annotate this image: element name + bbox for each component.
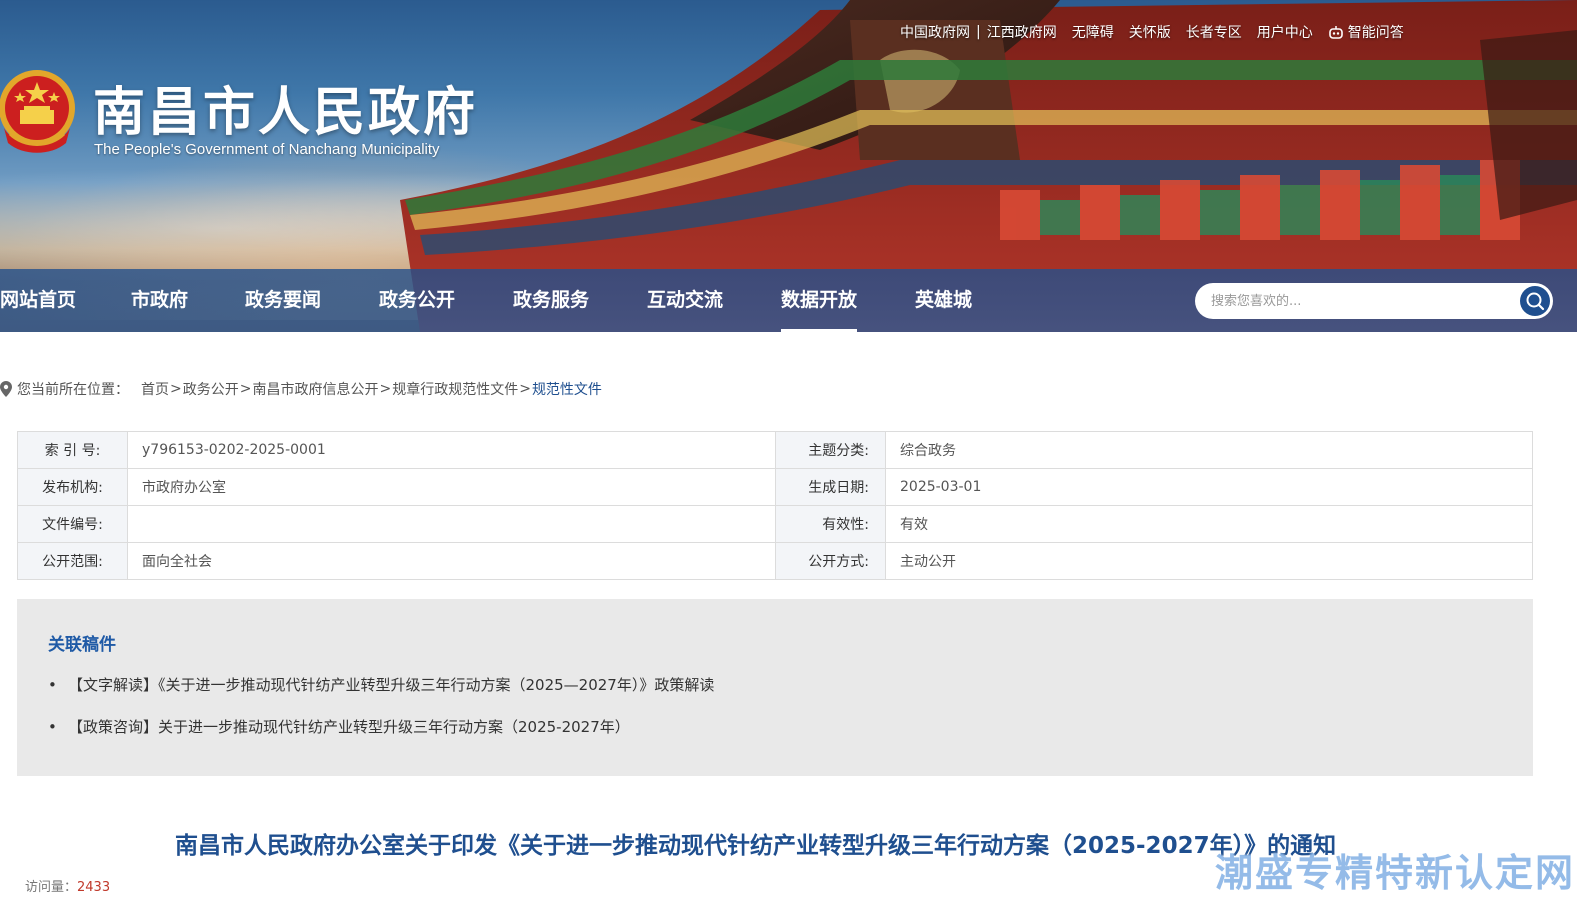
document-meta-table: 索 引 号: y796153-0202-2025-0001 主题分类: 综合政务… xyxy=(17,431,1533,580)
nav-government-services[interactable]: 政务服务 xyxy=(513,269,589,332)
meta-value-validity: 有效 xyxy=(885,505,1533,543)
meta-key-date: 生成日期: xyxy=(775,468,886,506)
meta-key-disclosure-method: 公开方式: xyxy=(775,542,886,580)
visit-count-value: 2433 xyxy=(77,880,111,895)
visit-count: 访问量：2433 xyxy=(25,876,110,895)
meta-value-disclosure-method: 主动公开 xyxy=(885,542,1533,580)
nav-government-affairs-public[interactable]: 政务公开 xyxy=(379,269,455,332)
related-item-consultation[interactable]: • 【政策咨询】关于进一步推动现代针纺产业转型升级三年行动方案（2025-2027… xyxy=(48,716,630,737)
meta-value-index: y796153-0202-2025-0001 xyxy=(127,431,776,469)
visit-count-label: 访问量： xyxy=(25,880,78,895)
meta-key-scope: 公开范围: xyxy=(17,542,128,580)
link-china-gov[interactable]: 中国政府网 xyxy=(900,22,970,42)
breadcrumb-normative-documents[interactable]: 规范性文件 xyxy=(532,379,602,399)
breadcrumb-gov-affairs[interactable]: 政务公开 xyxy=(183,379,239,399)
meta-key-publisher: 发布机构: xyxy=(17,468,128,506)
meta-value-publisher: 市政府办公室 xyxy=(127,468,776,506)
breadcrumb-separator: > xyxy=(239,381,252,397)
link-jiangxi-gov[interactable]: 江西政府网 xyxy=(987,22,1057,42)
search-input[interactable] xyxy=(1209,283,1509,319)
watermark-text: 潮盛专精特新认定网 xyxy=(1215,851,1576,895)
national-emblem-icon xyxy=(0,70,75,153)
link-user-center[interactable]: 用户中心 xyxy=(1257,22,1313,42)
divider: | xyxy=(976,24,981,40)
nav-city-government[interactable]: 市政府 xyxy=(131,269,188,332)
search-button[interactable] xyxy=(1520,286,1550,316)
meta-value-doc-number xyxy=(127,505,776,543)
meta-key-index: 索 引 号: xyxy=(17,431,128,469)
site-title: 南昌市人民政府 xyxy=(93,83,479,143)
link-care-version[interactable]: 关怀版 xyxy=(1129,22,1171,42)
breadcrumb-separator: > xyxy=(519,381,531,397)
table-row: 文件编号: 有效性: 有效 xyxy=(17,505,1533,543)
meta-key-doc-number: 文件编号: xyxy=(17,505,128,543)
meta-key-topic: 主题分类: xyxy=(775,431,886,469)
meta-key-validity: 有效性: xyxy=(775,505,886,543)
site-subtitle: The People's Government of Nanchang Muni… xyxy=(94,141,440,158)
related-item-text: 【政策咨询】关于进一步推动现代针纺产业转型升级三年行动方案（2025-2027年… xyxy=(68,718,630,736)
breadcrumb-regulations[interactable]: 规章行政规范性文件 xyxy=(392,379,518,399)
nav-open-data[interactable]: 数据开放 xyxy=(781,269,858,332)
bullet: • xyxy=(48,718,57,736)
nav-hero-city[interactable]: 英雄城 xyxy=(915,269,972,332)
meta-value-date: 2025-03-01 xyxy=(885,468,1533,506)
breadcrumb-separator: > xyxy=(379,381,392,397)
related-item-interpretation[interactable]: • 【文字解读】《关于进一步推动现代针纺产业转型升级三年行动方案（2025—202… xyxy=(48,674,714,695)
table-row: 发布机构: 市政府办公室 生成日期: 2025-03-01 xyxy=(17,468,1533,506)
nav-government-news[interactable]: 政务要闻 xyxy=(245,269,321,332)
robot-icon xyxy=(1328,26,1343,39)
link-smart-qa[interactable]: 智能问答 xyxy=(1328,22,1404,42)
breadcrumb: 您当前所在位置： 首页 > 政务公开 > 南昌市政府信息公开 > 规章行政规范性… xyxy=(0,379,602,399)
related-articles-panel: 关联稿件 • 【文字解读】《关于进一步推动现代针纺产业转型升级三年行动方案（202… xyxy=(17,599,1533,776)
breadcrumb-info-disclosure[interactable]: 南昌市政府信息公开 xyxy=(252,379,378,399)
nav-home[interactable]: 网站首页 xyxy=(0,269,76,332)
article-title: 南昌市人民政府办公室关于印发《关于进一步推动现代针纺产业转型升级三年行动方案（2… xyxy=(175,833,1337,859)
related-title: 关联稿件 xyxy=(48,635,116,655)
search-box xyxy=(1195,283,1553,319)
location-pin-icon xyxy=(0,381,12,397)
smart-qa-label: 智能问答 xyxy=(1347,25,1404,41)
table-row: 索 引 号: y796153-0202-2025-0001 主题分类: 综合政务 xyxy=(17,431,1533,469)
table-row: 公开范围: 面向全社会 公开方式: 主动公开 xyxy=(17,542,1533,580)
meta-value-topic: 综合政务 xyxy=(885,431,1533,469)
link-accessibility[interactable]: 无障碍 xyxy=(1072,22,1114,42)
link-elder-zone[interactable]: 长者专区 xyxy=(1186,22,1242,42)
breadcrumb-separator: > xyxy=(170,381,182,397)
breadcrumb-label: 您当前所在位置： xyxy=(17,382,129,398)
breadcrumb-home[interactable]: 首页 xyxy=(141,379,169,399)
bullet: • xyxy=(48,676,57,694)
nav-interaction[interactable]: 互动交流 xyxy=(647,269,723,332)
related-item-text: 【文字解读】《关于进一步推动现代针纺产业转型升级三年行动方案（2025—2027… xyxy=(68,676,715,694)
meta-value-scope: 面向全社会 xyxy=(127,542,776,580)
search-icon xyxy=(1526,292,1545,311)
top-utility-bar: 中国政府网 | 江西政府网 无障碍 关怀版 长者专区 用户中心 智能问答 xyxy=(900,22,1404,42)
